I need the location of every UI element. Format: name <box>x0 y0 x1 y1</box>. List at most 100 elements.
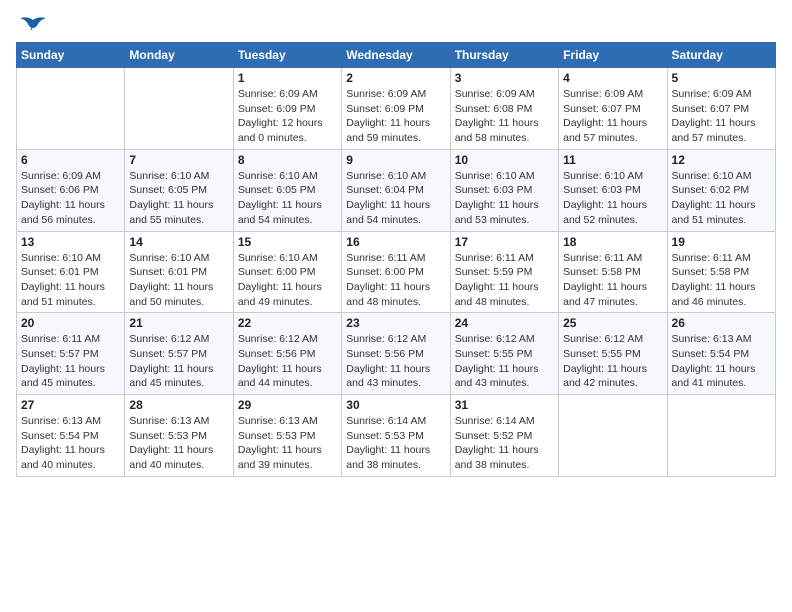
calendar-cell: 4Sunrise: 6:09 AMSunset: 6:07 PMDaylight… <box>559 68 667 150</box>
day-number: 30 <box>346 398 445 412</box>
day-number: 15 <box>238 235 337 249</box>
calendar-cell: 12 Sunrise: 6:10 AMSunset: 6:02 PMDayligh… <box>667 149 775 231</box>
calendar-cell <box>125 68 233 150</box>
header-saturday: Saturday <box>667 43 775 68</box>
calendar-cell: 15 Sunrise: 6:10 AMSunset: 6:00 PMDayligh… <box>233 231 341 313</box>
calendar-cell: 31Sunrise: 6:14 AMSunset: 5:52 PMDayligh… <box>450 395 558 477</box>
header-monday: Monday <box>125 43 233 68</box>
day-number: 7 <box>129 153 228 167</box>
calendar-cell: 6 Sunrise: 6:09 AMSunset: 6:06 PMDaylight… <box>17 149 125 231</box>
calendar-cell: 29 Sunrise: 6:13 AMSunset: 5:53 PMDayligh… <box>233 395 341 477</box>
day-number: 29 <box>238 398 337 412</box>
day-number: 8 <box>238 153 337 167</box>
day-info: Sunrise: 6:10 AMSunset: 6:05 PMDaylight:… <box>238 169 337 228</box>
day-info: Sunrise: 6:11 AMSunset: 6:00 PMDaylight:… <box>346 251 445 310</box>
day-number: 19 <box>672 235 771 249</box>
day-info: Sunrise: 6:14 AMSunset: 5:53 PMDaylight:… <box>346 414 445 473</box>
day-info: Sunrise: 6:09 AMSunset: 6:08 PMDaylight:… <box>455 87 554 146</box>
calendar-cell: 14 Sunrise: 6:10 AMSunset: 6:01 PMDayligh… <box>125 231 233 313</box>
calendar-cell: 20 Sunrise: 6:11 AMSunset: 5:57 PMDayligh… <box>17 313 125 395</box>
day-number: 21 <box>129 316 228 330</box>
day-info: Sunrise: 6:10 AMSunset: 6:01 PMDaylight:… <box>129 251 228 310</box>
day-number: 12 <box>672 153 771 167</box>
calendar-cell: 10 Sunrise: 6:10 AMSunset: 6:03 PMDayligh… <box>450 149 558 231</box>
day-info: Sunrise: 6:12 AMSunset: 5:56 PMDaylight:… <box>346 332 445 391</box>
calendar-cell: 18 Sunrise: 6:11 AMSunset: 5:58 PMDayligh… <box>559 231 667 313</box>
calendar-body: 1 Sunrise: 6:09 AMSunset: 6:09 PMDaylight… <box>17 68 776 477</box>
calendar-cell: 28Sunrise: 6:13 AMSunset: 5:53 PMDayligh… <box>125 395 233 477</box>
day-number: 18 <box>563 235 662 249</box>
day-number: 5 <box>672 71 771 85</box>
day-info: Sunrise: 6:11 AMSunset: 5:58 PMDaylight:… <box>672 251 771 310</box>
day-info: Sunrise: 6:12 AMSunset: 5:55 PMDaylight:… <box>563 332 662 391</box>
calendar-cell: 30 Sunrise: 6:14 AMSunset: 5:53 PMDayligh… <box>342 395 450 477</box>
day-info: Sunrise: 6:09 AMSunset: 6:07 PMDaylight:… <box>672 87 771 146</box>
header-friday: Friday <box>559 43 667 68</box>
calendar-cell: 16 Sunrise: 6:11 AMSunset: 6:00 PMDayligh… <box>342 231 450 313</box>
calendar-cell: 7 Sunrise: 6:10 AMSunset: 6:05 PMDaylight… <box>125 149 233 231</box>
day-number: 20 <box>21 316 120 330</box>
calendar-cell: 3 Sunrise: 6:09 AMSunset: 6:08 PMDaylight… <box>450 68 558 150</box>
calendar-cell: 24 Sunrise: 6:12 AMSunset: 5:55 PMDayligh… <box>450 313 558 395</box>
day-info: Sunrise: 6:10 AMSunset: 6:02 PMDaylight:… <box>672 169 771 228</box>
logo <box>16 16 48 34</box>
calendar-cell <box>667 395 775 477</box>
day-info: Sunrise: 6:09 AMSunset: 6:06 PMDaylight:… <box>21 169 120 228</box>
day-number: 3 <box>455 71 554 85</box>
calendar-cell: 27 Sunrise: 6:13 AMSunset: 5:54 PMDayligh… <box>17 395 125 477</box>
day-info: Sunrise: 6:11 AMSunset: 5:59 PMDaylight:… <box>455 251 554 310</box>
day-info: Sunrise: 6:12 AMSunset: 5:55 PMDaylight:… <box>455 332 554 391</box>
day-info: Sunrise: 6:10 AMSunset: 6:05 PMDaylight:… <box>129 169 228 228</box>
day-number: 13 <box>21 235 120 249</box>
calendar-cell: 26Sunrise: 6:13 AMSunset: 5:54 PMDayligh… <box>667 313 775 395</box>
day-number: 26 <box>672 316 771 330</box>
day-info: Sunrise: 6:14 AMSunset: 5:52 PMDaylight:… <box>455 414 554 473</box>
day-info: Sunrise: 6:10 AMSunset: 6:01 PMDaylight:… <box>21 251 120 310</box>
calendar-cell: 22 Sunrise: 6:12 AMSunset: 5:56 PMDayligh… <box>233 313 341 395</box>
day-number: 10 <box>455 153 554 167</box>
day-info: Sunrise: 6:09 AMSunset: 6:09 PMDaylight:… <box>346 87 445 146</box>
day-info: Sunrise: 6:10 AMSunset: 6:00 PMDaylight:… <box>238 251 337 310</box>
day-number: 17 <box>455 235 554 249</box>
day-number: 22 <box>238 316 337 330</box>
day-number: 1 <box>238 71 337 85</box>
calendar-cell: 23 Sunrise: 6:12 AMSunset: 5:56 PMDayligh… <box>342 313 450 395</box>
header-sunday: Sunday <box>17 43 125 68</box>
day-info: Sunrise: 6:13 AMSunset: 5:53 PMDaylight:… <box>238 414 337 473</box>
calendar-cell: 25 Sunrise: 6:12 AMSunset: 5:55 PMDayligh… <box>559 313 667 395</box>
calendar-header-row: SundayMondayTuesdayWednesdayThursdayFrid… <box>17 43 776 68</box>
day-info: Sunrise: 6:12 AMSunset: 5:57 PMDaylight:… <box>129 332 228 391</box>
calendar-cell: 1 Sunrise: 6:09 AMSunset: 6:09 PMDaylight… <box>233 68 341 150</box>
day-info: Sunrise: 6:09 AMSunset: 6:09 PMDaylight:… <box>238 87 337 146</box>
calendar-cell: 17 Sunrise: 6:11 AMSunset: 5:59 PMDayligh… <box>450 231 558 313</box>
logo-bird-icon <box>18 16 48 38</box>
day-info: Sunrise: 6:09 AMSunset: 6:07 PMDaylight:… <box>563 87 662 146</box>
day-info: Sunrise: 6:12 AMSunset: 5:56 PMDaylight:… <box>238 332 337 391</box>
calendar-cell <box>17 68 125 150</box>
day-info: Sunrise: 6:11 AMSunset: 5:58 PMDaylight:… <box>563 251 662 310</box>
day-number: 24 <box>455 316 554 330</box>
day-number: 9 <box>346 153 445 167</box>
day-number: 16 <box>346 235 445 249</box>
header-wednesday: Wednesday <box>342 43 450 68</box>
calendar-cell: 13 Sunrise: 6:10 AMSunset: 6:01 PMDayligh… <box>17 231 125 313</box>
day-info: Sunrise: 6:11 AMSunset: 5:57 PMDaylight:… <box>21 332 120 391</box>
day-number: 28 <box>129 398 228 412</box>
day-info: Sunrise: 6:10 AMSunset: 6:03 PMDaylight:… <box>455 169 554 228</box>
page-header <box>16 16 776 34</box>
day-number: 25 <box>563 316 662 330</box>
day-number: 6 <box>21 153 120 167</box>
day-info: Sunrise: 6:13 AMSunset: 5:54 PMDaylight:… <box>21 414 120 473</box>
day-number: 2 <box>346 71 445 85</box>
calendar-cell: 5 Sunrise: 6:09 AMSunset: 6:07 PMDaylight… <box>667 68 775 150</box>
header-tuesday: Tuesday <box>233 43 341 68</box>
day-info: Sunrise: 6:10 AMSunset: 6:03 PMDaylight:… <box>563 169 662 228</box>
day-number: 27 <box>21 398 120 412</box>
header-thursday: Thursday <box>450 43 558 68</box>
calendar-cell: 19 Sunrise: 6:11 AMSunset: 5:58 PMDayligh… <box>667 231 775 313</box>
calendar-cell: 9 Sunrise: 6:10 AMSunset: 6:04 PMDaylight… <box>342 149 450 231</box>
calendar-cell: 21 Sunrise: 6:12 AMSunset: 5:57 PMDayligh… <box>125 313 233 395</box>
day-number: 14 <box>129 235 228 249</box>
day-number: 23 <box>346 316 445 330</box>
day-info: Sunrise: 6:10 AMSunset: 6:04 PMDaylight:… <box>346 169 445 228</box>
